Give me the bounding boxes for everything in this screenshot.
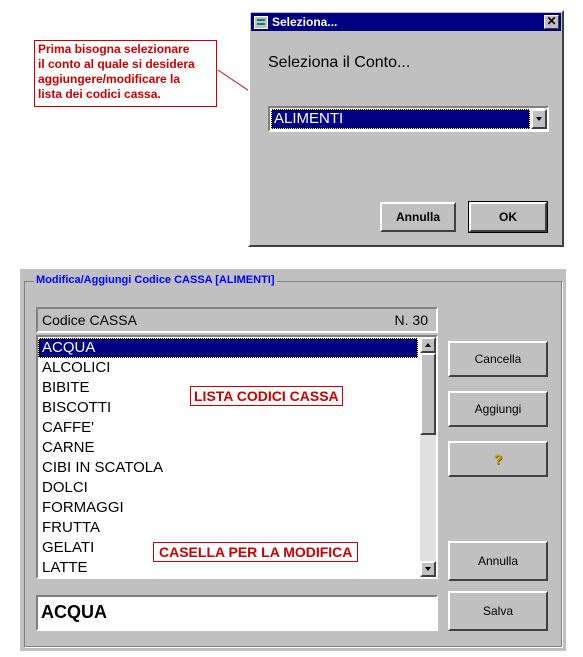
instruction-callout: Prima bisogna selezionare il conto al qu… [34, 40, 217, 107]
delete-label: Cancella [474, 352, 522, 366]
account-combobox-value: ALIMENTI [271, 109, 530, 129]
edit-field[interactable]: ACQUA [36, 595, 438, 631]
list-item[interactable]: ACQUA [38, 338, 418, 358]
dialog-ok-button[interactable]: OK [468, 201, 548, 233]
add-label: Aggiungi [474, 402, 522, 416]
form-cancel-button[interactable]: Annulla [448, 541, 548, 581]
instruction-line: Prima bisogna selezionare [38, 42, 190, 56]
instruction-line: lista dei codici cassa. [38, 87, 161, 101]
form-cancel-label: Annulla [477, 554, 519, 568]
list-header-label: Codice CASSA [42, 312, 137, 328]
save-button[interactable]: Salva [448, 591, 548, 631]
list-item[interactable]: DOLCI [38, 478, 418, 498]
instruction-line: il conto al quale si desidera [38, 57, 195, 71]
dialog-prompt: Seleziona il Conto... [268, 54, 411, 71]
edit-callout: CASELLA PER LA MODIFICA [153, 542, 359, 562]
list-header: Codice CASSA N. 30 [36, 307, 438, 333]
help-icon: ? [493, 451, 503, 467]
edit-field-value: ACQUA [41, 602, 107, 622]
save-label: Salva [482, 604, 514, 618]
item-count: N. 30 [394, 312, 428, 328]
list-item[interactable]: FORMAGGI [38, 498, 418, 518]
list-item[interactable]: CARNE [38, 438, 418, 458]
listbox-items: ACQUA ALCOLICI BIBITE BISCOTTI CAFFE' CA… [38, 338, 418, 576]
dialog-cancel-button[interactable]: Annulla [380, 202, 456, 232]
list-item[interactable]: CAFFE' [38, 418, 418, 438]
dialog-title: Seleziona... [272, 15, 338, 29]
dialog-title-bar: Seleziona... ✕ [251, 13, 561, 31]
group-title: Modifica/Aggiungi Codice CASSA [ALIMENTI… [34, 274, 277, 286]
select-account-dialog: Seleziona... ✕ Seleziona il Conto... ALI… [248, 10, 564, 247]
instruction-line: aggiungere/modificare la [38, 72, 181, 86]
delete-button[interactable]: Cancella [448, 341, 548, 377]
list-item[interactable]: FRUTTA [38, 518, 418, 538]
cash-code-form: Modifica/Aggiungi Codice CASSA [ALIMENTI… [20, 269, 566, 651]
scroll-up-icon[interactable] [420, 337, 436, 353]
help-button[interactable]: ? [448, 441, 548, 477]
list-item[interactable]: ALCOLICI [38, 358, 418, 378]
dialog-cancel-label: Annulla [396, 210, 440, 224]
scroll-down-icon[interactable] [420, 561, 436, 577]
app-icon [254, 16, 268, 29]
list-item[interactable]: CIBI IN SCATOLA [38, 458, 418, 478]
list-callout: LISTA CODICI CASSA [190, 386, 343, 406]
scrollbar-thumb[interactable] [420, 353, 436, 435]
add-button[interactable]: Aggiungi [448, 391, 548, 427]
dialog-ok-label: OK [499, 210, 517, 224]
chevron-down-icon[interactable] [531, 109, 547, 129]
listbox-scrollbar[interactable] [420, 337, 436, 577]
close-icon[interactable]: ✕ [544, 15, 559, 29]
account-combobox[interactable]: ALIMENTI [268, 106, 549, 132]
